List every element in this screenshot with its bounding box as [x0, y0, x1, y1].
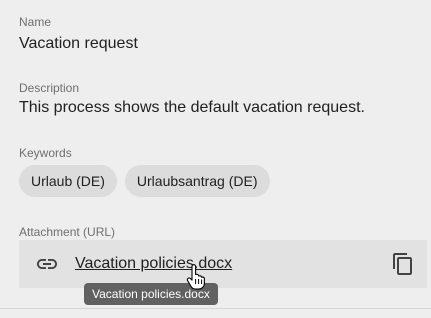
keyword-chip[interactable]: Urlaub (DE) [19, 165, 117, 197]
name-label: Name [19, 15, 52, 29]
keywords-label: Keywords [19, 146, 72, 160]
name-value: Vacation request [19, 35, 138, 52]
divider [0, 308, 431, 309]
attachment-label: Attachment (URL) [19, 225, 116, 239]
keyword-chip[interactable]: Urlaubsantrag (DE) [124, 165, 270, 197]
attachment-link[interactable]: Vacation policies.docx [75, 254, 232, 274]
link-icon [35, 254, 59, 274]
keyword-chips: Urlaub (DE) Urlaubsantrag (DE) [19, 165, 270, 197]
hand-cursor-icon [186, 264, 206, 290]
description-label: Description [19, 81, 80, 95]
attachment-row: Vacation policies.docx [19, 240, 427, 288]
copy-icon[interactable] [391, 252, 415, 276]
description-value: This process shows the default vacation … [19, 99, 365, 116]
